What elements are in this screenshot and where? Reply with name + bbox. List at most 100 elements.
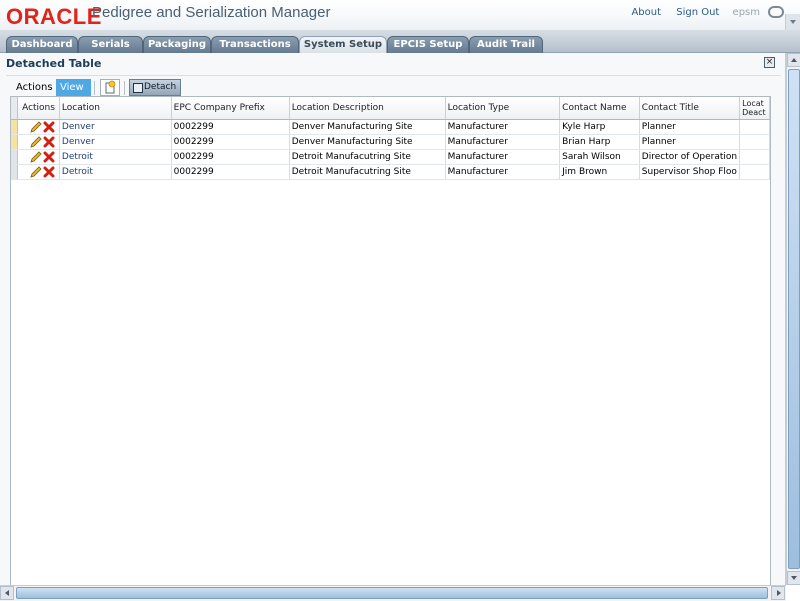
cell-location-description: Detroit Manufacutring Site	[289, 164, 446, 180]
cell-location-deactivated	[739, 134, 770, 150]
edit-icon[interactable]	[30, 136, 42, 148]
cell-location-type: Manufacturer	[445, 149, 561, 165]
cell-location[interactable]: Detroit	[59, 149, 172, 165]
horizontal-scrollbar[interactable]	[0, 585, 786, 601]
actions-menu[interactable]: Actions	[16, 79, 53, 107]
cell-contact-name: Jim Brown	[559, 164, 640, 180]
cell-contact-title: Supervisor Shop Floo	[639, 164, 741, 180]
delete-icon[interactable]	[43, 151, 55, 163]
tab-packaging[interactable]: Packaging	[143, 36, 211, 53]
row-actions	[17, 149, 60, 165]
cell-location-description: Denver Manufacturing Site	[289, 119, 446, 135]
vertical-scroll-thumb[interactable]	[788, 69, 800, 569]
cell-location-description: Denver Manufacturing Site	[289, 134, 446, 150]
cell-contact-title: Planner	[639, 119, 741, 135]
cell-contact-name: Brian Harp	[559, 134, 640, 150]
header-collapse-icon[interactable]	[785, 14, 800, 30]
row-actions	[17, 134, 60, 150]
column-header-contact-title[interactable]: Contact Title	[639, 97, 741, 120]
cell-location-type: Manufacturer	[445, 134, 561, 150]
tab-transactions[interactable]: Transactions	[211, 36, 299, 53]
edit-icon[interactable]	[30, 166, 42, 178]
cell-epc-prefix: 0002299	[171, 164, 290, 180]
cell-location[interactable]: Denver	[59, 134, 172, 150]
new-record-icon	[105, 80, 116, 94]
column-header-location-type[interactable]: Location Type	[445, 97, 561, 120]
app-header: ORACLE Pedigree and Serialization Manage…	[0, 0, 800, 30]
horizontal-scroll-thumb[interactable]	[16, 587, 768, 599]
view-menu-label: View	[60, 82, 84, 93]
column-header-actions[interactable]: Actions	[17, 97, 60, 120]
column-header-epc-company-prefix[interactable]: EPC Company Prefix	[171, 97, 290, 120]
table-row[interactable]: Denver 0002299 Denver Manufacturing Site…	[11, 119, 770, 135]
row-selector[interactable]	[11, 164, 19, 180]
row-selector[interactable]	[11, 119, 19, 135]
locations-table-area: Actions Location EPC Company Prefix Loca…	[10, 96, 771, 587]
cell-epc-prefix: 0002299	[171, 134, 290, 150]
row-selector[interactable]	[11, 134, 19, 150]
cell-location-deactivated	[739, 164, 770, 180]
scroll-up-button[interactable]	[787, 53, 800, 67]
tab-dashboard[interactable]: Dashboard	[6, 36, 78, 53]
main-tab-strip: Dashboard Serials Packaging Transactions…	[0, 30, 800, 53]
oracle-ring-icon	[768, 6, 784, 18]
row-selector-header	[11, 97, 19, 120]
delete-icon[interactable]	[43, 136, 55, 148]
user-name: epsm	[732, 7, 760, 18]
edit-icon[interactable]	[30, 121, 42, 133]
header-links: About Sign Out epsm	[619, 7, 760, 18]
column-header-location-deactivated[interactable]: Locat Deact	[739, 97, 770, 120]
tab-audit-trail[interactable]: Audit Trail	[469, 36, 543, 53]
tab-serials[interactable]: Serials	[78, 36, 143, 53]
cell-location[interactable]: Detroit	[59, 164, 172, 180]
sign-out-link[interactable]: Sign Out	[676, 7, 719, 18]
arrow-right-icon	[777, 590, 781, 596]
table-row[interactable]: Detroit 0002299 Detroit Manufacutring Si…	[11, 164, 770, 180]
view-menu[interactable]: View	[56, 79, 91, 107]
table-row[interactable]: Denver 0002299 Denver Manufacturing Site…	[11, 134, 770, 150]
tab-system-setup[interactable]: System Setup	[299, 36, 387, 53]
column-header-location[interactable]: Location	[59, 97, 172, 120]
cell-location-description: Detroit Manufacutring Site	[289, 149, 446, 165]
scroll-left-button[interactable]	[0, 586, 14, 600]
arrow-left-icon	[5, 590, 9, 596]
cell-contact-name: Sarah Wilson	[559, 149, 640, 165]
row-actions	[17, 164, 60, 180]
scroll-down-button[interactable]	[787, 571, 800, 585]
toolbar-divider	[124, 81, 125, 95]
table-row[interactable]: Detroit 0002299 Detroit Manufacutring Si…	[11, 149, 770, 165]
detached-table-panel: Detached Table × Actions View Detach Act…	[0, 53, 786, 587]
cell-location-type: Manufacturer	[445, 164, 561, 180]
cell-contact-title: Planner	[639, 134, 741, 150]
cell-contact-title: Director of Operation	[639, 149, 741, 165]
delete-icon[interactable]	[43, 121, 55, 133]
new-record-button[interactable]	[100, 79, 120, 96]
cell-location-deactivated	[739, 119, 770, 135]
edit-icon[interactable]	[30, 151, 42, 163]
panel-title: Detached Table	[6, 57, 102, 70]
arrow-up-icon	[791, 58, 797, 62]
cell-epc-prefix: 0002299	[171, 119, 290, 135]
column-header-contact-name[interactable]: Contact Name	[559, 97, 640, 120]
cell-location[interactable]: Denver	[59, 119, 172, 135]
detach-label: Detach	[144, 82, 177, 92]
column-header-location-description[interactable]: Location Description	[289, 97, 446, 120]
row-selector[interactable]	[11, 149, 19, 165]
tab-epcis-setup[interactable]: EPCIS Setup	[387, 36, 469, 53]
vertical-scrollbar[interactable]	[786, 53, 800, 585]
locations-table: Actions Location EPC Company Prefix Loca…	[11, 97, 770, 180]
cell-epc-prefix: 0002299	[171, 149, 290, 165]
actions-menu-label: Actions	[16, 82, 53, 93]
delete-icon[interactable]	[43, 166, 55, 178]
close-icon[interactable]: ×	[764, 57, 775, 68]
app-title: Pedigree and Serialization Manager	[92, 4, 331, 21]
arrow-down-icon	[791, 576, 797, 580]
detach-icon	[133, 83, 143, 93]
panel-divider	[6, 75, 781, 76]
table-header-row: Actions Location EPC Company Prefix Loca…	[11, 97, 770, 120]
about-link[interactable]: About	[631, 7, 661, 18]
row-actions	[17, 119, 60, 135]
cell-location-type: Manufacturer	[445, 119, 561, 135]
detach-button[interactable]: Detach	[129, 79, 181, 96]
scroll-right-button[interactable]	[771, 586, 785, 600]
